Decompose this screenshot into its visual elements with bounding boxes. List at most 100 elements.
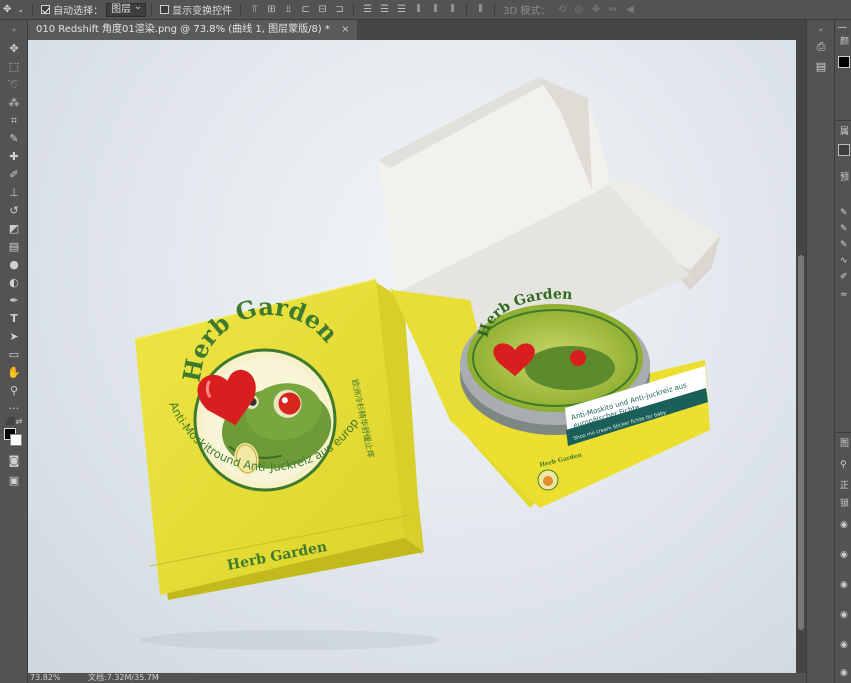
tool-preset-dropdown[interactable]: ⌄ [14,0,27,20]
magic-wand-tool-icon[interactable]: ⁂ [6,94,22,110]
curve-point-icon[interactable]: ∿ [840,256,848,266]
move-tool-icon[interactable]: ✥ [0,0,14,20]
layer-visibility-eye-icon[interactable]: ◉ [840,550,848,560]
closed-box: Herb Garden Anti-Moskitround Anti-Juckre… [28,40,424,600]
healing-brush-tool-icon[interactable]: ✚ [6,148,22,164]
lasso-tool-icon[interactable]: ➰ [6,76,22,92]
align-top-icon[interactable]: ⫪ [248,3,261,16]
show-transform-label: 显示变换控件 [172,6,233,17]
layer-visibility-eye-icon[interactable]: ◉ [840,668,848,678]
3d-rotate-icon[interactable]: ⟲ [555,3,568,16]
blend-mode-dropdown[interactable]: 正 [840,478,849,491]
status-bar: 73.82% 文档:7.32M/35.7M › [28,672,806,683]
eyedropper-gray-icon[interactable]: ✎ [840,224,848,234]
document-tab-title: 010 Redshift 角度01渲染.png @ 73.8% (曲线 1, 图… [36,24,330,35]
document-tab-bar: 010 Redshift 角度01渲染.png @ 73.8% (曲线 1, 图… [28,20,806,40]
panel-grip-icon[interactable]: « [813,22,829,38]
eyedropper-white-icon[interactable]: ✎ [840,240,848,250]
photoshop-window: ✥ ⌄ 自动选择： 图层 显示变换控件 ⫪ ⊞ ⫫ ⊏ ⊟ ⊐ ☰ ☰ ☰ ⦀ … [0,0,851,683]
distribute-bottom-icon[interactable]: ☰ [395,3,408,16]
lock-label: 锁 [840,499,850,509]
close-tab-icon[interactable]: × [341,24,349,35]
3d-roll-icon[interactable]: ◎ [572,3,585,16]
blur-tool-icon[interactable]: ● [6,256,22,272]
divider [494,3,496,16]
distribute-hcenter-icon[interactable]: ⦀ [429,3,442,16]
distribute-right-icon[interactable]: ⦀ [446,3,459,16]
layer-visibility-eye-icon[interactable]: ◉ [840,580,848,590]
color-panel-swatch[interactable] [838,56,850,68]
color-panel-tab[interactable]: 颜 [840,34,849,47]
layer-visibility-eye-icon[interactable]: ◉ [840,610,848,620]
divider [835,432,851,433]
divider [353,3,355,16]
crop-tool-icon[interactable]: ⌗ [6,112,22,128]
presets-label: 预 [840,173,850,183]
status-menu-icon[interactable]: › [156,672,159,682]
properties-panel-icon[interactable]: ▤ [813,58,829,74]
zoom-level[interactable]: 73.82% [30,673,61,683]
layers-panel-tab[interactable]: 图 [840,436,849,449]
document-canvas[interactable]: Herb Garden Anti-Moskitround Anti-Juckre… [28,40,796,673]
dodge-tool-icon[interactable]: ◐ [6,274,22,290]
eraser-tool-icon[interactable]: ◩ [6,220,22,236]
options-bar: ✥ ⌄ 自动选择： 图层 显示变换控件 ⫪ ⊞ ⫫ ⊏ ⊟ ⊐ ☰ ☰ ☰ ⦀ … [0,0,851,20]
align-right-icon[interactable]: ⊐ [333,3,346,16]
auto-select-checkbox[interactable] [41,5,51,14]
show-transform-checkbox[interactable] [160,5,170,14]
history-brush-tool-icon[interactable]: ↺ [6,202,22,218]
divider [151,3,153,16]
divider [32,3,34,16]
path-selection-tool-icon[interactable]: ➤ [6,328,22,344]
minimize-panel-button[interactable]: — [837,22,847,33]
vertical-scrollbar[interactable] [796,40,806,673]
properties-mask-icon[interactable] [838,144,850,156]
quick-mask-icon[interactable]: ◙ [6,452,22,468]
distribute-top-icon[interactable]: ☰ [361,3,374,16]
screen-mode-icon[interactable]: ▣ [6,472,22,488]
align-hcenter-icon[interactable]: ⊟ [316,3,329,16]
show-transform-toggle[interactable]: 显示变换控件 [157,0,235,20]
distribute-left-icon[interactable]: ⦀ [412,3,425,16]
auto-align-icon[interactable]: ⫴ [474,3,487,16]
auto-select-target-dropdown[interactable]: 图层 [106,1,147,17]
align-vcenter-icon[interactable]: ⊞ [265,3,278,16]
eyedropper-black-icon[interactable]: ✎ [840,208,848,218]
document-size: 文档:7.32M/35.7M [88,673,159,682]
layer-visibility-eye-icon[interactable]: ◉ [840,520,848,530]
3d-scale-icon[interactable]: ◀ [623,3,636,16]
type-tool-icon[interactable]: T [6,310,22,326]
auto-select-toggle[interactable]: 自动选择： [38,0,106,20]
rectangle-tool-icon[interactable]: ▭ [6,346,22,362]
curve-smooth-icon[interactable]: ≈ [840,290,848,300]
align-bottom-icon[interactable]: ⫫ [282,3,295,16]
gradient-tool-icon[interactable]: ▤ [6,238,22,254]
curve-draw-icon[interactable]: ✐ [840,272,848,282]
brush-tool-icon[interactable]: ✐ [6,166,22,182]
hand-tool-icon[interactable]: ✋ [6,364,22,380]
move-tool-icon[interactable]: ✥ [6,40,22,56]
align-left-icon[interactable]: ⊏ [299,3,312,16]
auto-select-label: 自动选择： [53,6,104,17]
divider [835,120,851,121]
clone-stamp-tool-icon[interactable]: ⊥ [6,184,22,200]
history-panel-icon[interactable]: ⎙ [813,38,829,54]
3d-mode-label: 3D 模式： [503,6,551,17]
3d-pan-icon[interactable]: ✥ [589,3,602,16]
distribute-vcenter-icon[interactable]: ☰ [378,3,391,16]
properties-panel-tab[interactable]: 属 [840,124,849,137]
tools-panel: » ✥ ⬚ ➰ ⁂ ⌗ ✎ ✚ ✐ ⊥ ↺ ◩ ▤ ● ◐ ✒ T ➤ ▭ ✋ … [0,20,28,683]
panel-grip-icon[interactable]: » [6,22,22,38]
product-render: Herb Garden Anti-Moskitround Anti-Juckre… [28,40,720,650]
background-color-swatch[interactable] [10,434,22,446]
filter-search-icon[interactable]: ⚲ [840,460,847,470]
pen-tool-icon[interactable]: ✒ [6,292,22,308]
document-tab[interactable]: 010 Redshift 角度01渲染.png @ 73.8% (曲线 1, 图… [28,20,358,40]
marquee-tool-icon[interactable]: ⬚ [6,58,22,74]
vertical-scroll-thumb[interactable] [798,255,804,630]
open-box: Herb Garden Anti-Moskito und Anti-Juckre… [378,77,720,508]
3d-slide-icon[interactable]: ⇔ [606,3,619,16]
zoom-tool-icon[interactable]: ⚲ [6,382,22,398]
layer-visibility-eye-icon[interactable]: ◉ [840,640,848,650]
eyedropper-tool-icon[interactable]: ✎ [6,130,22,146]
